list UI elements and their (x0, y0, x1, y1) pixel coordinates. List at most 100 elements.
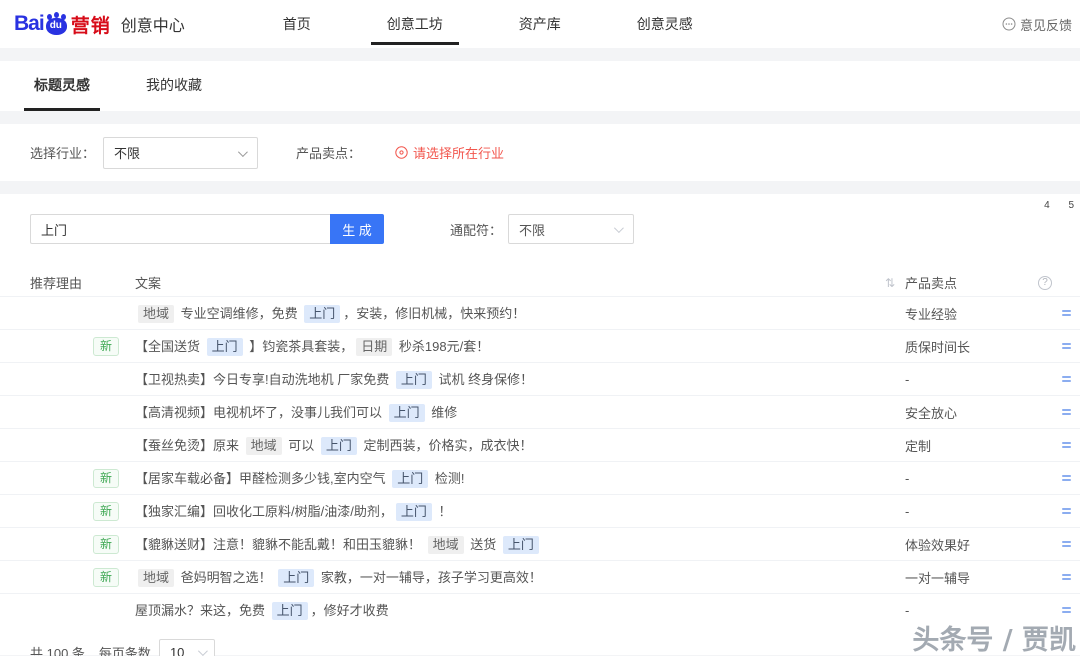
copy-cell: 地域 爸妈明智之选！ 上门 家教，一对一辅导，孩子学习更高效！ (135, 567, 905, 587)
copy-text: 定制西装，价格实，成衣快！ (360, 438, 533, 453)
clipped-action-link[interactable] (1062, 539, 1080, 549)
placeholder-tag: 地域 (246, 437, 282, 455)
wildcard-tag: 上门 (321, 437, 357, 455)
copy-text: 家教，一对一辅导，孩子学习更高效！ (317, 570, 542, 585)
new-badge: 新 (93, 568, 119, 587)
clipped-action-link[interactable] (1062, 407, 1080, 417)
generate-button[interactable]: 生 成 (330, 214, 384, 244)
selling-point-cell: - (905, 504, 1062, 519)
logo-brand-text: 营销 (71, 11, 111, 38)
nav-label: 首页 (283, 14, 311, 34)
clipped-action-link[interactable] (1062, 605, 1080, 615)
reason-cell: 新 (30, 469, 135, 488)
table-row: 新【居家车载必备】甲醛检测多少钱,室内空气 上门 检测!- (0, 461, 1080, 494)
nav-item-home[interactable]: 首页 (267, 0, 327, 48)
column-header-copy[interactable]: 文案 (135, 273, 161, 292)
help-circle-icon[interactable]: ? (1038, 276, 1052, 290)
copy-text: ，修好才收费 (311, 603, 389, 618)
copy-text: 【全国送货 (135, 339, 204, 354)
selling-point-cell: 质保时间长 (905, 337, 1062, 356)
app-header: Bai du 营销 创意中心 首页 创意工坊 资产库 创意灵感 意见反馈 (0, 0, 1080, 48)
copy-text: 维修 (428, 405, 458, 420)
copy-cell: 【居家车载必备】甲醛检测多少钱,室内空气 上门 检测! (135, 468, 905, 488)
selling-point-cell: 体验效果好 (905, 535, 1062, 554)
clipped-action-link[interactable] (1062, 506, 1080, 516)
copy-text: 】钧瓷茶具套装， (246, 339, 354, 354)
placeholder-tag: 地域 (428, 536, 464, 554)
clipped-action-link[interactable] (1062, 440, 1080, 450)
baidu-paw-icon: du (45, 12, 69, 36)
copy-text: 屋顶漏水？来这，免费 (135, 603, 269, 618)
wildcard-tag: 上门 (272, 602, 308, 620)
nav-item-creative-inspiration[interactable]: 创意灵感 (621, 0, 709, 48)
clipped-action-link[interactable] (1062, 572, 1080, 582)
wildcard-tag: 上门 (392, 470, 428, 488)
pagination-pages[interactable]: 4 5 (1028, 200, 1074, 211)
selling-point-cell: - (905, 603, 1062, 618)
tab-title-inspiration[interactable]: 标题灵感 (28, 75, 96, 111)
copy-text: 【貔貅送财】注意！貔貅不能乱戴！和田玉貔貅！ (135, 537, 425, 552)
column-header-reason[interactable]: 推荐理由 (30, 273, 135, 292)
copy-text: 【居家车载必备】甲醛检测多少钱,室内空气 (135, 471, 389, 486)
nav-label: 创意灵感 (637, 14, 693, 34)
wildcard-tag: 上门 (503, 536, 539, 554)
sort-icon[interactable]: ⇅ (885, 276, 895, 290)
wildcard-tag: 上门 (207, 338, 243, 356)
selling-point-label: 产品卖点： (296, 143, 361, 162)
industry-select[interactable]: 不限 (103, 137, 258, 169)
selling-point-cell: 一对一辅导 (905, 568, 1062, 587)
copy-cell: 【全国送货 上门 】钧瓷茶具套装，日期 秒杀198元/套！ (135, 336, 905, 356)
copy-cell: 【高清视频】电视机坏了，没事儿我们可以 上门 维修 (135, 402, 905, 422)
page-number[interactable]: 5 (1068, 200, 1074, 211)
baidu-marketing-logo[interactable]: Bai du 营销 创意中心 (0, 11, 185, 38)
clipped-action-link[interactable] (1062, 341, 1080, 351)
copy-cell: 【貔貅送财】注意！貔貅不能乱戴！和田玉貔貅！ 地域 送货 上门 (135, 534, 905, 554)
column-header-selling-point[interactable]: 产品卖点 (905, 273, 957, 292)
copy-text: 【卫视热卖】今日专享!自动洗地机 厂家免费 (135, 372, 393, 387)
feedback-link[interactable]: 意见反馈 (1002, 0, 1072, 48)
copy-cell: 【独家汇编】回收化工原料/树脂/油漆/助剂，上门 ！ (135, 501, 905, 521)
reason-cell: 新 (30, 337, 135, 356)
clipped-action-link[interactable] (1062, 308, 1080, 318)
table-body: 地域 专业空调维修，免费 上门，安装，修旧机械，快来预约！专业经验新【全国送货 … (0, 296, 1080, 626)
page-size-select[interactable]: 10 (159, 639, 215, 656)
page-size-value: 10 (170, 645, 184, 656)
filter-bar: 选择行业： 不限 产品卖点： 请选择所在行业 (0, 124, 1080, 181)
copy-text: ！ (435, 504, 452, 519)
tab-my-favorites[interactable]: 我的收藏 (140, 75, 208, 111)
placeholder-tag: 地域 (138, 569, 174, 587)
generator-bar: 生 成 通配符： 不限 (0, 207, 1080, 251)
clipped-action-link[interactable] (1062, 374, 1080, 384)
copy-text: 送货 (467, 537, 500, 552)
nav-item-asset-library[interactable]: 资产库 (503, 0, 577, 48)
table-row: 新地域 爸妈明智之选！ 上门 家教，一对一辅导，孩子学习更高效！一对一辅导 (0, 560, 1080, 593)
table-row: 【高清视频】电视机坏了，没事儿我们可以 上门 维修安全放心 (0, 395, 1080, 428)
main-panel: 生 成 通配符： 不限 推荐理由 文案 ⇅ 产品卖点 ? 地域 专业空调维修，免… (0, 194, 1080, 655)
table-row: 新【独家汇编】回收化工原料/树脂/油漆/助剂，上门 ！- (0, 494, 1080, 527)
table-row: 新【全国送货 上门 】钧瓷茶具套装，日期 秒杀198元/套！质保时间长 (0, 329, 1080, 362)
nav-item-creative-workshop[interactable]: 创意工坊 (371, 0, 459, 48)
nav-label: 资产库 (519, 14, 561, 34)
feedback-label: 意见反馈 (1020, 15, 1072, 34)
table-row: 地域 专业空调维修，免费 上门，安装，修旧机械，快来预约！专业经验 (0, 296, 1080, 329)
page-number[interactable]: 4 (1044, 200, 1050, 211)
copy-text: 【独家汇编】回收化工原料/树脂/油漆/助剂， (135, 504, 393, 519)
industry-select-value: 不限 (114, 143, 140, 162)
keyword-input[interactable] (30, 214, 330, 244)
copy-text: 【蚕丝免烫】原来 (135, 438, 243, 453)
section-divider (0, 111, 1080, 124)
clipped-action-link[interactable] (1062, 473, 1080, 483)
wildcard-select[interactable]: 不限 (508, 214, 634, 244)
placeholder-tag: 地域 (138, 305, 174, 323)
copy-cell: 【卫视热卖】今日专享!自动洗地机 厂家免费 上门 试机 终身保修！ (135, 369, 905, 389)
nav-label: 创意工坊 (387, 14, 443, 34)
new-badge: 新 (93, 469, 119, 488)
table-header: 推荐理由 文案 ⇅ 产品卖点 ? (0, 269, 1080, 296)
selling-point-cell: - (905, 471, 1062, 486)
reason-cell: 新 (30, 535, 135, 554)
copy-text: 专业空调维修，免费 (177, 306, 301, 321)
copy-text: 秒杀198元/套！ (395, 339, 489, 354)
copy-cell: 地域 专业空调维修，免费 上门，安装，修旧机械，快来预约！ (135, 303, 905, 323)
main-nav: 首页 创意工坊 资产库 创意灵感 (245, 0, 731, 48)
chevron-down-icon (614, 223, 624, 233)
